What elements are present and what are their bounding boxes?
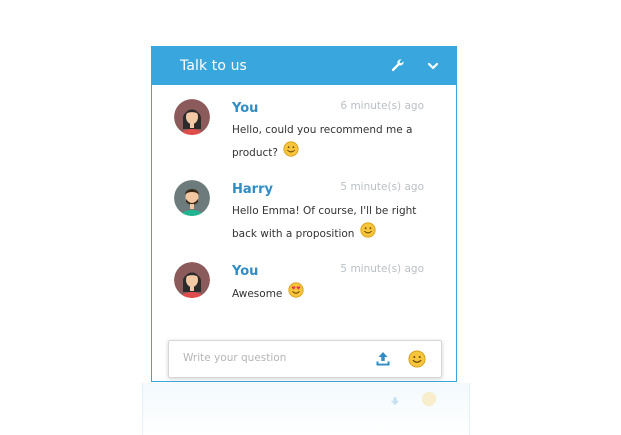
smile-emoji-icon (360, 222, 376, 246)
chat-header: Talk to us (152, 47, 456, 85)
message-time: 5 minute(s) ago (340, 181, 424, 193)
avatar (174, 262, 210, 298)
message-time: 5 minute(s) ago (340, 263, 424, 275)
chat-widget: Talk to us You 6 minute(s) ago Hello, co… (151, 46, 457, 382)
wrench-icon[interactable] (386, 55, 408, 77)
avatar (174, 180, 210, 216)
avatar (174, 99, 210, 135)
question-input[interactable]: Write your question (183, 352, 286, 364)
message-list: You 6 minute(s) ago Hello, could you rec… (152, 85, 456, 335)
message-author: Harry (232, 182, 273, 197)
message-text: Hello Emma! Of course, I'll be right bac… (232, 200, 422, 246)
chat-title: Talk to us (180, 58, 247, 74)
message-time: 6 minute(s) ago (340, 100, 424, 112)
message-author: You (232, 264, 259, 279)
heart-eyes-emoji-icon (288, 282, 304, 306)
smiley-icon[interactable] (408, 350, 426, 372)
message-author: You (232, 101, 259, 116)
widget-reflection (142, 383, 470, 435)
message-text: Hello, could you recommend me a product? (232, 119, 422, 165)
smile-emoji-icon (283, 141, 299, 165)
smiley-icon-reflection (421, 391, 437, 411)
upload-icon-reflection (387, 391, 403, 411)
upload-icon[interactable] (374, 350, 392, 372)
message-composer[interactable]: Write your question (168, 340, 442, 378)
chevron-down-icon[interactable] (422, 55, 444, 77)
message-text: Awesome (232, 282, 422, 306)
